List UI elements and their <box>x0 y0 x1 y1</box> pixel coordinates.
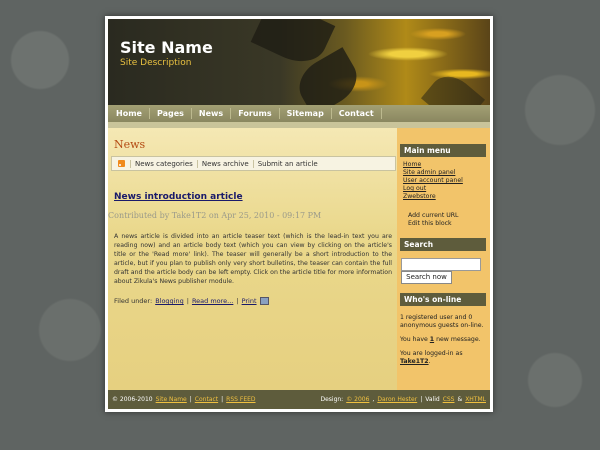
nav-news[interactable]: News <box>192 108 232 119</box>
main-menu-list: Home Site admin panel User account panel… <box>403 161 463 201</box>
messages-prefix: You have <box>400 336 428 343</box>
tab-news-categories[interactable]: News categories <box>130 159 197 168</box>
article-meta: Contributed by Take1T2 on Apr 25, 2010 -… <box>108 211 322 220</box>
tab-submit-article[interactable]: Submit an article <box>252 159 322 168</box>
separator: | <box>221 396 224 403</box>
designer-link[interactable]: Daron Hester <box>377 396 417 403</box>
search-button[interactable]: Search now <box>401 271 452 284</box>
category-link[interactable]: Blogging <box>155 297 184 305</box>
site-name[interactable]: Site Name <box>120 38 213 57</box>
leaf-decoration <box>420 67 486 105</box>
main-menu-heading: Main menu <box>400 144 486 157</box>
news-tabs: News categories News archive Submit an a… <box>111 156 396 171</box>
site-footer: © 2006-2010 Site Name | Contact | RSS FE… <box>108 390 490 409</box>
separator: | <box>236 297 239 305</box>
design-label: Design: <box>320 396 344 403</box>
article-teaser: A news article is divided into an articl… <box>114 233 392 285</box>
whos-online-heading: Who's on-line <box>400 293 486 306</box>
menu-link-site-admin[interactable]: Site admin panel <box>403 169 463 177</box>
read-more-link[interactable]: Read more... <box>192 297 233 305</box>
messages-line: You have 1 new message. <box>400 336 484 344</box>
rss-icon[interactable] <box>118 160 125 167</box>
whos-online-content: 1 registered user and 0 anonymous guests… <box>400 314 484 372</box>
menu-link-user-account[interactable]: User account panel <box>403 177 463 185</box>
separator: | <box>420 396 423 403</box>
menu-link-logout[interactable]: Log out <box>403 185 463 193</box>
search-heading: Search <box>400 238 486 251</box>
article-title[interactable]: News introduction article <box>114 192 243 202</box>
site-description: Site Description <box>120 58 192 68</box>
xhtml-link[interactable]: XHTML <box>465 396 486 403</box>
logged-in-line: You are logged-in as Take1T2. <box>400 350 463 365</box>
valid-label: Valid <box>425 396 440 403</box>
main-nav: Home Pages News Forums Sitemap Contact <box>108 105 490 122</box>
copyright: © 2006-2010 <box>112 396 153 403</box>
amp-separator: & <box>457 396 463 403</box>
footer-site-link[interactable]: Site Name <box>156 396 187 403</box>
menu-link-home[interactable]: Home <box>403 161 463 169</box>
username-link[interactable]: Take1T2 <box>400 358 429 365</box>
filed-under-label: Filed under: <box>114 297 153 305</box>
nav-contact[interactable]: Contact <box>332 108 382 119</box>
footer-left: © 2006-2010 Site Name | Contact | RSS FE… <box>108 396 260 403</box>
nav-sitemap[interactable]: Sitemap <box>280 108 332 119</box>
separator: | <box>189 396 192 403</box>
css-link[interactable]: CSS <box>443 396 455 403</box>
block-actions: Add current URL Edit this block <box>408 212 459 228</box>
separator: , <box>372 396 375 403</box>
nav-pages[interactable]: Pages <box>150 108 192 119</box>
online-stats: 1 registered user and 0 anonymous guests… <box>400 314 484 329</box>
footer-contact-link[interactable]: Contact <box>195 396 218 403</box>
menu-link-zwebstore[interactable]: Zwebstore <box>403 193 463 201</box>
design-year-link[interactable]: © 2006 <box>346 396 369 403</box>
footer-rss-link[interactable]: RSS FEED <box>226 396 255 403</box>
edit-block-link[interactable]: Edit this block <box>408 220 459 228</box>
add-url-link[interactable]: Add current URL <box>408 212 459 220</box>
sidebar: Main menu Home Site admin panel User acc… <box>397 128 490 390</box>
messages-suffix: new message. <box>436 336 481 343</box>
printer-icon[interactable] <box>259 297 269 305</box>
messages-count-link[interactable]: 1 <box>430 336 434 343</box>
search-input[interactable] <box>401 258 481 271</box>
article-footer: Filed under: Blogging | Read more... | P… <box>114 297 269 305</box>
footer-right: Design: © 2006 , Daron Hester | Valid CS… <box>316 396 490 403</box>
page-title: News <box>114 138 146 151</box>
logged-in-prefix: You are logged-in as <box>400 350 463 357</box>
nav-forums[interactable]: Forums <box>231 108 280 119</box>
main-content: News News categories News archive Submit… <box>108 128 397 390</box>
separator: | <box>186 297 189 305</box>
print-link[interactable]: Print <box>242 297 257 305</box>
tab-news-archive[interactable]: News archive <box>196 159 253 168</box>
nav-home[interactable]: Home <box>109 108 150 119</box>
site-header: Site Name Site Description <box>108 19 490 105</box>
